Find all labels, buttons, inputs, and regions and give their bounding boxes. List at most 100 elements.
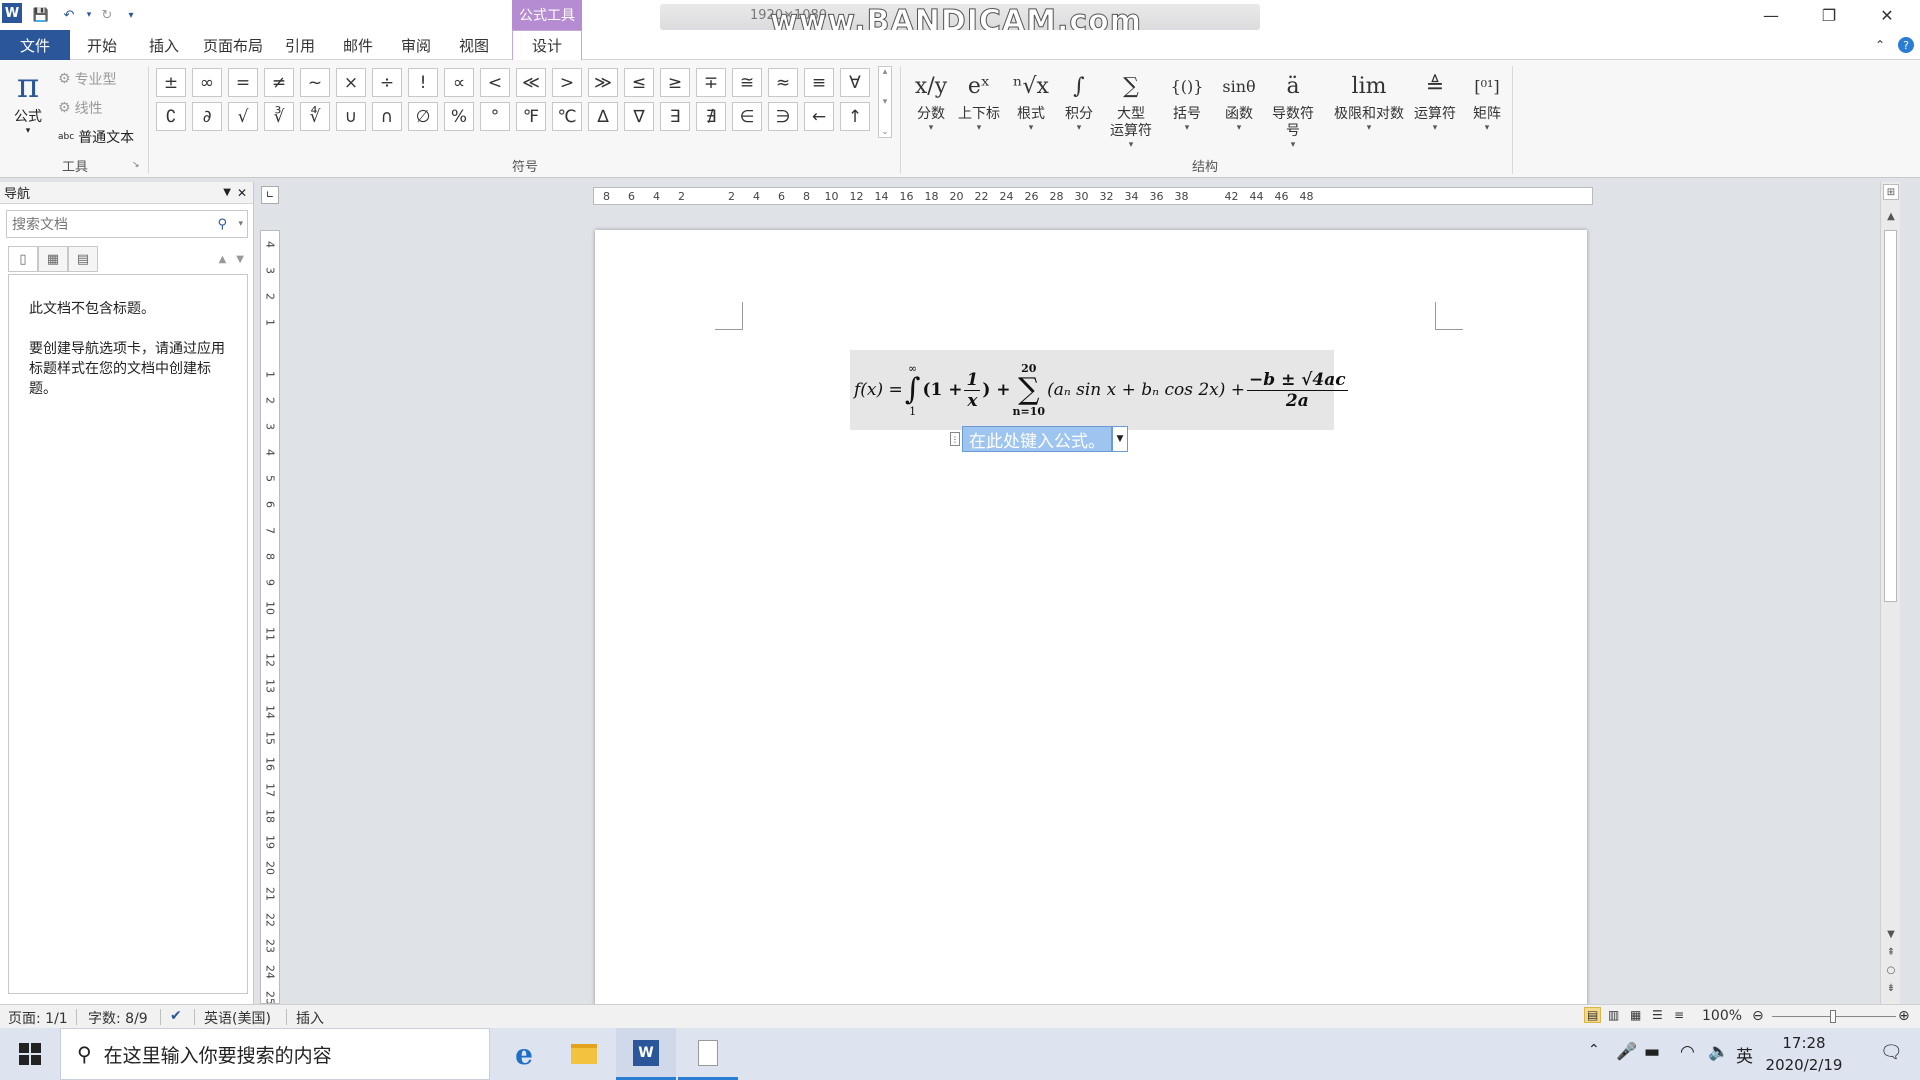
structure-button[interactable]: ≜ 运算符 ▾ <box>1410 66 1460 134</box>
zoom-in-icon[interactable]: ⊕ <box>1898 1008 1910 1024</box>
more-icon[interactable]: ⌄ <box>881 127 889 137</box>
ruler-toggle-icon[interactable]: ⊞ <box>1883 184 1899 200</box>
browse-object-icon[interactable]: ○ <box>1881 962 1900 978</box>
tab-references[interactable]: 引用 <box>272 30 328 60</box>
results-view-icon[interactable]: ▤ <box>68 246 98 272</box>
symbol-button[interactable]: × <box>336 68 366 97</box>
symbol-button[interactable]: ≤ <box>624 68 654 97</box>
tab-page-layout[interactable]: 页面布局 <box>196 30 270 60</box>
scroll-down-icon[interactable]: ▾ <box>883 97 888 107</box>
symbol-button[interactable]: ∓ <box>696 68 726 97</box>
full-screen-reading-icon[interactable]: ▥ <box>1608 1008 1619 1022</box>
symbol-button[interactable]: = <box>228 68 258 97</box>
volume-icon[interactable]: 🔈 <box>1708 1042 1729 1062</box>
symbol-button[interactable]: ∇ <box>624 102 654 131</box>
previous-page-icon[interactable]: ⇞ <box>1881 944 1900 960</box>
symbol-button[interactable]: ≡ <box>804 68 834 97</box>
symbol-button[interactable]: ∩ <box>372 102 402 131</box>
word-taskbar-icon[interactable]: W <box>616 1028 676 1080</box>
save-icon[interactable]: 💾 <box>30 4 52 26</box>
symbol-button[interactable]: ≅ <box>732 68 762 97</box>
professional-button[interactable]: ⚙ 专业型 <box>58 69 117 89</box>
word-app-icon[interactable]: W <box>2 3 22 23</box>
symbol-button[interactable]: ∜ <box>300 102 330 131</box>
symbol-button[interactable]: ∄ <box>696 102 726 131</box>
symbol-button[interactable]: ∞ <box>192 68 222 97</box>
symbol-button[interactable]: ∋ <box>768 102 798 131</box>
equation-options-dropdown[interactable]: ▼ <box>1112 426 1128 452</box>
symbol-button[interactable]: ↑ <box>840 102 870 131</box>
start-button[interactable] <box>0 1028 60 1080</box>
language[interactable]: 英语(美国) <box>204 1008 271 1028</box>
structure-button[interactable]: eˣ 上下标 ▾ <box>954 66 1004 134</box>
tab-design[interactable]: 设计 <box>512 30 582 60</box>
help-icon[interactable]: ? <box>1894 30 1918 60</box>
symbol-button[interactable]: ∛ <box>264 102 294 131</box>
draft-icon[interactable]: ≡ <box>1674 1008 1684 1022</box>
print-layout-icon[interactable]: ▤ <box>1584 1007 1602 1023</box>
symbol-button[interactable]: > <box>552 68 582 97</box>
symbols-scroll[interactable]: ▴ ▾ ⌄ <box>878 66 892 138</box>
page-count[interactable]: 页面: 1/1 <box>8 1008 68 1028</box>
symbol-button[interactable]: ÷ <box>372 68 402 97</box>
symbol-button[interactable]: ≥ <box>660 68 690 97</box>
tab-view[interactable]: 视图 <box>446 30 502 60</box>
battery-icon[interactable]: ▬ <box>1644 1042 1660 1062</box>
tab-review[interactable]: 审阅 <box>388 30 444 60</box>
redo-icon[interactable]: ↻ <box>96 4 118 26</box>
symbol-button[interactable]: ≪ <box>516 68 546 97</box>
dialog-launcher-icon[interactable]: ↘ <box>132 160 140 170</box>
symbol-button[interactable]: √ <box>228 102 258 131</box>
normal-text-button[interactable]: abc 普通文本 <box>58 127 134 147</box>
symbol-button[interactable]: ∝ <box>444 68 474 97</box>
tab-file[interactable]: 文件 <box>0 30 70 60</box>
structure-button[interactable]: ∑ 大型 运算符 ▾ <box>1106 66 1156 151</box>
symbol-button[interactable]: ∪ <box>336 102 366 131</box>
edge-browser-icon[interactable]: e <box>494 1028 554 1080</box>
structure-button[interactable]: ∫ 积分 ▾ <box>1054 66 1104 134</box>
zoom-slider-thumb[interactable] <box>1830 1010 1836 1023</box>
close-icon[interactable]: ✕ <box>1858 0 1916 30</box>
symbol-button[interactable]: ℉ <box>516 102 546 131</box>
tab-home[interactable]: 开始 <box>72 30 132 60</box>
structure-button[interactable]: lim 极限和对数 ▾ <box>1332 66 1406 134</box>
scroll-up-icon[interactable]: ▴ <box>883 67 888 77</box>
pages-view-icon[interactable]: ▦ <box>38 246 68 272</box>
structure-button[interactable]: ä 导数符号 ▾ <box>1268 66 1318 151</box>
symbol-button[interactable]: % <box>444 102 474 131</box>
blank-document-icon[interactable] <box>678 1028 738 1080</box>
chevron-down-icon[interactable]: ▾ <box>238 219 243 229</box>
horizontal-ruler[interactable]: 8 6 4 2 2 4 6 8 10 12 14 16 18 20 22 24 26 28 30 32 34 36 38 42… <box>593 187 1593 205</box>
search-icon[interactable]: ⚲ <box>217 217 227 232</box>
symbol-button[interactable]: ~ <box>300 68 330 97</box>
notifications-icon[interactable]: 🗨 <box>1880 1042 1903 1063</box>
vertical-ruler[interactable]: 4 3 2 1 1 2 3 4 5 6 7 8 9 10 11 12 13 14 15 16 17 18 19 20 21 22 2… <box>260 230 280 1004</box>
symbol-button[interactable]: ∁ <box>156 102 186 131</box>
equation-formula[interactable]: f(x) = ∞ ∫ 1 (1 + 1 x ) + 20 ∑ n=10 (aₙ … <box>850 350 1348 430</box>
equation-drag-handle[interactable]: ⋮ <box>950 432 960 446</box>
vertical-scrollbar[interactable]: ⊞ ▲ ▼ ⇞ ○ ⇟ <box>1880 182 1900 1004</box>
zoom-out-icon[interactable]: ⊖ <box>1752 1008 1764 1024</box>
zoom-level[interactable]: 100% <box>1702 1008 1742 1024</box>
equation-button[interactable]: π 公式 ▾ <box>8 66 48 136</box>
symbol-button[interactable]: ≠ <box>264 68 294 97</box>
symbol-button[interactable]: ≫ <box>588 68 618 97</box>
insert-mode[interactable]: 插入 <box>296 1008 324 1028</box>
structure-button[interactable]: ⁿ√x 根式 ▾ <box>1006 66 1056 134</box>
scroll-thumb[interactable] <box>1884 230 1897 602</box>
customize-icon[interactable]: ▾ <box>120 4 142 26</box>
symbol-button[interactable]: < <box>480 68 510 97</box>
scroll-up-icon[interactable]: ▲ <box>1881 208 1900 224</box>
wifi-icon[interactable]: ◠ <box>1680 1042 1695 1062</box>
word-count[interactable]: 字数: 8/9 <box>88 1008 148 1028</box>
tab-mailings[interactable]: 邮件 <box>330 30 386 60</box>
nav-down-icon[interactable]: ▼ <box>236 254 244 265</box>
nav-menu-icon[interactable]: ▼ <box>223 187 231 198</box>
collapse-ribbon-icon[interactable]: ⌃ <box>1868 30 1892 60</box>
linear-button[interactable]: ⚙ 线性 <box>58 98 103 118</box>
proofing-icon[interactable]: ✔ <box>170 1008 182 1024</box>
nav-close-icon[interactable]: ✕ <box>237 186 247 200</box>
structure-button[interactable]: {()} 括号 ▾ <box>1162 66 1212 134</box>
show-hidden-icons-icon[interactable]: ⌃ <box>1588 1042 1600 1058</box>
headings-view-icon[interactable]: ▯ <box>8 246 38 272</box>
